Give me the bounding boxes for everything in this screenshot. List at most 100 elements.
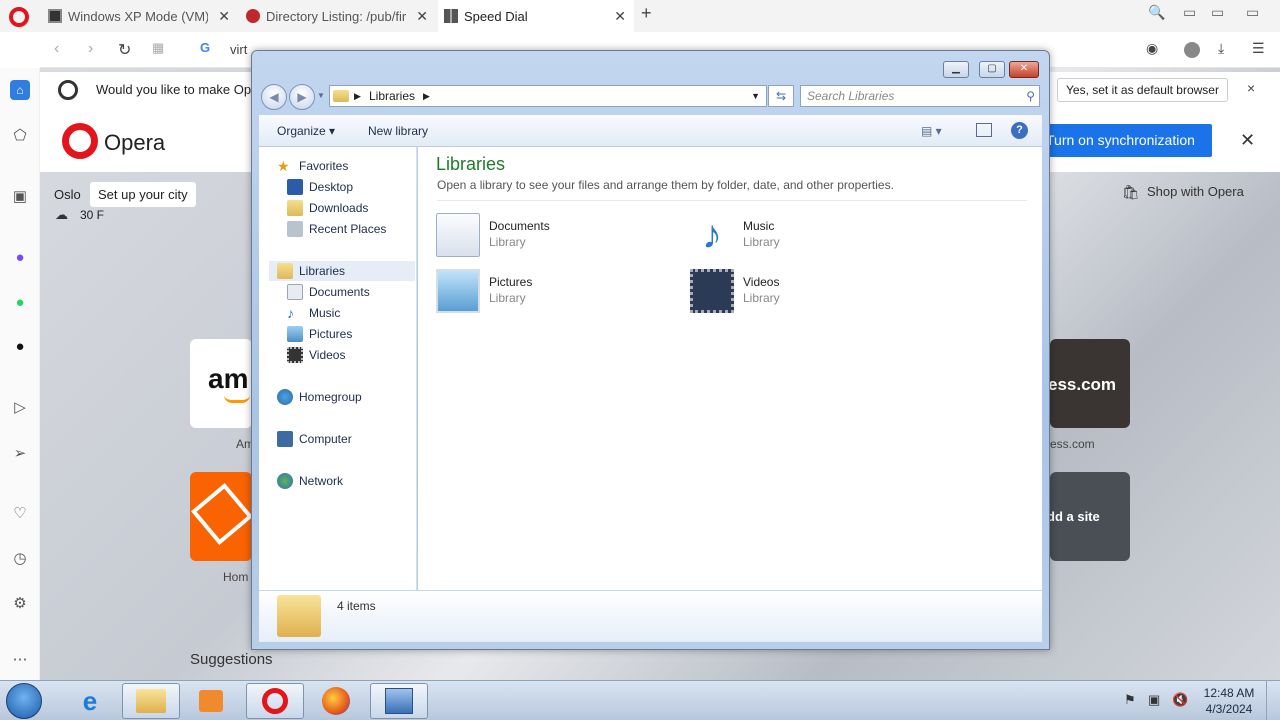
settings-gear-icon[interactable]: ⚙ bbox=[10, 593, 30, 613]
player-icon[interactable]: ▷ bbox=[10, 397, 30, 417]
organize-button[interactable]: Organize ▾ bbox=[277, 124, 335, 138]
taskbar-media-player[interactable] bbox=[182, 683, 240, 719]
taskbar-opera[interactable] bbox=[246, 683, 304, 719]
preview-pane-icon[interactable] bbox=[976, 123, 992, 137]
new-tab-button[interactable]: + bbox=[641, 3, 652, 24]
sync-button[interactable]: Turn on synchronization bbox=[1028, 124, 1212, 157]
network-tray-icon[interactable]: ▣ bbox=[1148, 692, 1160, 708]
speed-dial-tile-home-depot[interactable] bbox=[190, 472, 252, 561]
home-icon[interactable]: ⌂ bbox=[10, 80, 30, 100]
breadcrumb-arrow-icon[interactable]: ▶ bbox=[354, 86, 361, 106]
close-tab-icon[interactable]: ✕ bbox=[416, 8, 428, 25]
breadcrumb-libraries[interactable]: Libraries bbox=[369, 86, 415, 106]
reload-icon[interactable]: ↻ bbox=[118, 40, 131, 60]
nav-music[interactable]: ♪ Music bbox=[287, 303, 340, 323]
taskbar-internet-explorer[interactable]: e bbox=[61, 683, 119, 719]
tab-grid-icon[interactable]: ▦ bbox=[152, 40, 164, 56]
clock[interactable]: 12:48 AM 4/3/2024 bbox=[1199, 685, 1259, 717]
breadcrumb-arrow-icon[interactable]: ▶ bbox=[423, 86, 430, 106]
library-item-documents[interactable]: Documents Library bbox=[436, 209, 656, 259]
item-count: 4 items bbox=[337, 599, 376, 613]
set-city-button[interactable]: Set up your city bbox=[90, 182, 196, 207]
snapshot-icon[interactable]: ◉ bbox=[1146, 40, 1158, 57]
messenger-icon[interactable]: ● bbox=[10, 247, 30, 267]
pinboards-icon[interactable]: ⬠ bbox=[10, 125, 30, 145]
show-desktop-button[interactable] bbox=[1266, 681, 1280, 720]
path-dropdown-icon[interactable]: ▼ bbox=[751, 86, 760, 106]
close-sync-icon[interactable]: ✕ bbox=[1240, 130, 1255, 151]
start-button[interactable] bbox=[6, 683, 42, 719]
speed-dial-tile-express[interactable]: ess.com bbox=[1050, 339, 1130, 428]
tab-directory-listing[interactable]: Directory Listing: /pub/firef ✕ bbox=[240, 0, 436, 32]
nav-homegroup[interactable]: Homegroup bbox=[277, 387, 362, 407]
nav-libraries[interactable]: Libraries bbox=[269, 261, 415, 281]
opera-menu-icon[interactable] bbox=[9, 7, 29, 27]
speed-dial-icon bbox=[444, 9, 458, 23]
nav-desktop[interactable]: Desktop bbox=[287, 177, 353, 197]
change-view-icon[interactable]: ▤ ▾ bbox=[921, 124, 942, 138]
explorer-close-button[interactable]: ✕ bbox=[1009, 61, 1039, 78]
tab-windows-xp-mode[interactable]: Windows XP Mode (VM) : ! ✕ bbox=[42, 0, 238, 32]
nav-pictures[interactable]: Pictures bbox=[287, 324, 352, 344]
search-tabs-icon[interactable]: 🔍 bbox=[1148, 4, 1165, 21]
address-input[interactable]: virt bbox=[230, 42, 247, 57]
speed-dial-tile-amazon[interactable]: am bbox=[190, 339, 252, 428]
details-pane: 4 items bbox=[259, 590, 1042, 642]
easy-setup-icon[interactable]: ☰ bbox=[1252, 40, 1265, 57]
send-icon[interactable]: ➢ bbox=[10, 443, 30, 463]
shopping-icon[interactable]: ▣ bbox=[10, 186, 30, 206]
forward-button[interactable]: ▶ bbox=[289, 84, 315, 110]
nav-computer[interactable]: Computer bbox=[277, 429, 352, 449]
taskbar-virtual-pc[interactable] bbox=[370, 683, 428, 719]
taskbar-firefox[interactable] bbox=[307, 683, 365, 719]
media-player-icon bbox=[199, 690, 223, 712]
nav-documents[interactable]: Documents bbox=[287, 282, 370, 302]
whatsapp-icon[interactable]: ● bbox=[10, 292, 30, 312]
network-icon bbox=[277, 473, 293, 489]
content-pane: Libraries Open a library to see your fil… bbox=[418, 147, 1042, 590]
forward-icon[interactable]: › bbox=[88, 40, 93, 58]
help-icon[interactable]: ? bbox=[1011, 122, 1028, 139]
add-site-tile[interactable]: dd a site bbox=[1050, 472, 1130, 561]
opera-taskbar-icon bbox=[262, 688, 288, 714]
nav-recent-places[interactable]: Recent Places bbox=[287, 219, 386, 239]
nav-favorites[interactable]: ★ Favorites bbox=[277, 156, 348, 176]
explorer-maximize-button[interactable]: ▢ bbox=[979, 61, 1005, 78]
downloads-icon[interactable]: ⤓ bbox=[1218, 40, 1224, 57]
action-center-flag-icon[interactable]: ⚑ bbox=[1124, 692, 1136, 708]
volume-muted-icon[interactable]: 🔇 bbox=[1172, 692, 1188, 708]
history-icon[interactable]: ◷ bbox=[10, 548, 30, 568]
close-tab-icon[interactable]: ✕ bbox=[218, 8, 230, 25]
refresh-button[interactable]: ⇆ bbox=[768, 85, 794, 107]
close-window-icon[interactable]: ▭ bbox=[1246, 4, 1259, 21]
nav-network[interactable]: Network bbox=[277, 471, 343, 491]
set-default-button[interactable]: Yes, set it as default browser bbox=[1057, 78, 1228, 102]
heart-icon[interactable]: ♡ bbox=[10, 503, 30, 523]
search-libraries-field[interactable]: Search Libraries ⚲ bbox=[800, 85, 1040, 107]
explorer-window[interactable]: ▁ ▢ ✕ ◀ ▶ ▼ ▶ Libraries ▶ ▼ ⇆ Search Lib… bbox=[251, 50, 1050, 650]
nav-videos[interactable]: Videos bbox=[287, 345, 345, 365]
address-path-box[interactable]: ▶ Libraries ▶ ▼ bbox=[329, 85, 767, 107]
divider bbox=[437, 200, 1027, 201]
taskbar-windows-explorer[interactable] bbox=[122, 683, 180, 719]
more-icon[interactable]: ⋯ bbox=[10, 649, 30, 669]
close-prompt-icon[interactable]: × bbox=[1247, 80, 1255, 96]
library-item-videos[interactable]: Videos Library bbox=[690, 265, 910, 315]
shop-with-opera-link[interactable]: Shop with Opera bbox=[1147, 184, 1244, 199]
library-item-pictures[interactable]: Pictures Library bbox=[436, 265, 656, 315]
search-icon[interactable]: ⚲ bbox=[1026, 86, 1035, 106]
new-library-button[interactable]: New library bbox=[368, 124, 428, 138]
recent-pages-chevron-icon[interactable]: ▼ bbox=[317, 91, 325, 100]
profile-icon[interactable] bbox=[1184, 42, 1200, 58]
tab-speed-dial[interactable]: Speed Dial ✕ bbox=[438, 0, 634, 32]
library-item-music[interactable]: ♪ Music Library bbox=[690, 209, 910, 259]
tiktok-icon[interactable]: ● bbox=[10, 336, 30, 356]
back-button[interactable]: ◀ bbox=[261, 84, 287, 110]
minimize-icon[interactable]: ▭ bbox=[1183, 4, 1196, 21]
maximize-icon[interactable]: ▭ bbox=[1211, 4, 1224, 21]
downloads-folder-icon bbox=[287, 200, 303, 216]
close-tab-icon[interactable]: ✕ bbox=[614, 8, 626, 25]
nav-downloads[interactable]: Downloads bbox=[287, 198, 368, 218]
back-icon[interactable]: ‹ bbox=[54, 40, 59, 58]
explorer-minimize-button[interactable]: ▁ bbox=[943, 61, 969, 78]
